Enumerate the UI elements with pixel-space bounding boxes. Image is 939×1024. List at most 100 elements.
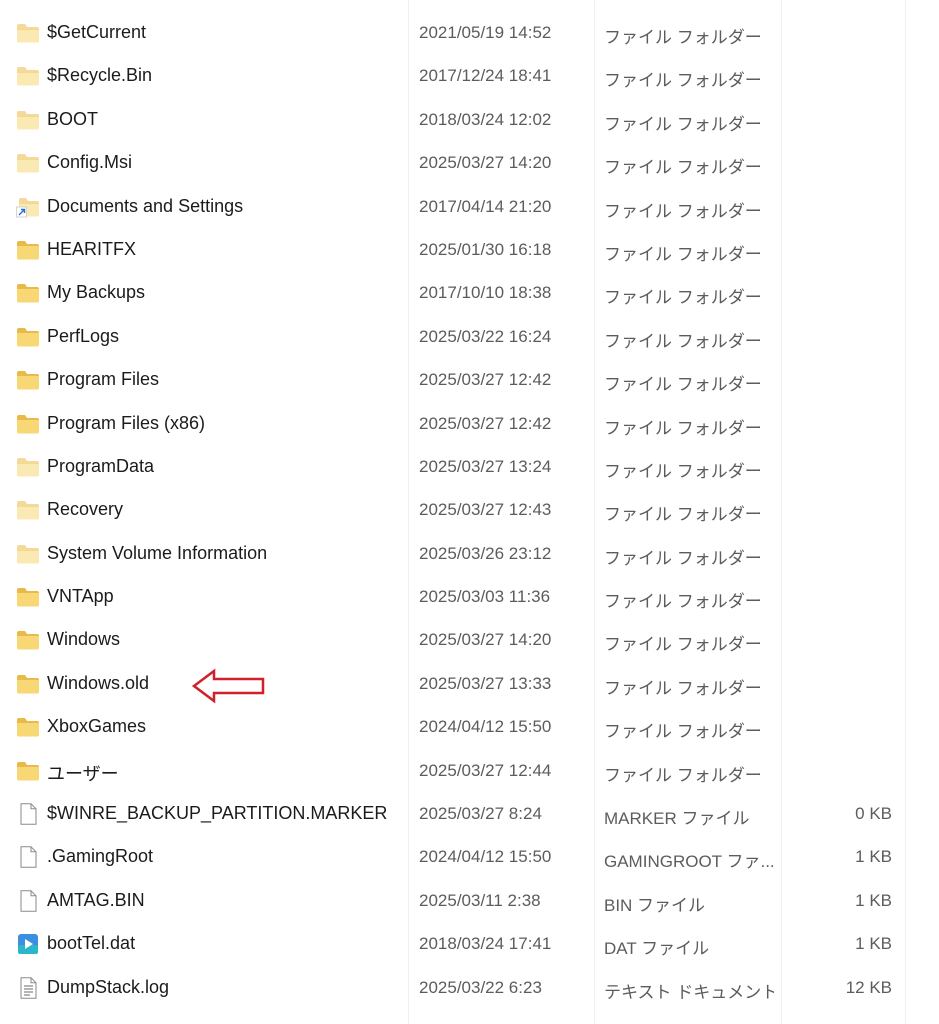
file-row[interactable]: Documents and Settings 2017/04/14 21:20 ファ… — [0, 186, 939, 229]
file-date-modified: 2017/12/24 18:41 — [419, 66, 552, 86]
file-row[interactable]: Windows.old 2025/03/27 13:33 ファイル フォルダー — [0, 663, 939, 706]
file-date-modified: 2025/03/27 12:43 — [419, 500, 552, 520]
file-date-modified: 2025/03/27 12:42 — [419, 370, 552, 390]
file-date-modified: 2018/03/24 12:02 — [419, 109, 552, 129]
file-name: HEARITFX — [47, 238, 137, 259]
file-name: $GetCurrent — [47, 22, 147, 42]
folder-icon-faded — [16, 109, 40, 131]
file-name: PerfLogs — [47, 325, 120, 346]
file-size: 12 KB — [845, 977, 892, 997]
file-row[interactable]: ユーザー 2025/03/27 12:44 ファイル フォルダー — [0, 750, 939, 793]
file-date-modified: 2025/03/27 13:24 — [419, 456, 552, 476]
file-row[interactable]: AMTAG.BIN 2025/03/11 2:38 BIN ファイル 1 KB — [0, 880, 939, 923]
file-type: ファイル フォルダー — [604, 201, 762, 221]
file-date-modified: 2024/04/12 15:50 — [419, 717, 552, 737]
file-name: bootTel.dat — [47, 933, 136, 954]
file-row[interactable]: BOOT 2018/03/24 12:02 ファイル フォルダー — [0, 99, 939, 142]
file-row[interactable]: bootTel.dat 2018/03/24 17:41 DAT ファイル 1 KB — [0, 923, 939, 966]
file-list: $GetCurrent 2021/05/19 14:52 ファイル フォルダー $Re… — [0, 12, 939, 1010]
file-row[interactable]: HEARITFX 2025/01/30 16:18 ファイル フォルダー — [0, 229, 939, 272]
file-type: ファイル フォルダー — [604, 461, 762, 481]
file-name: Config.Msi — [47, 152, 133, 173]
file-type: ファイル フォルダー — [604, 375, 762, 395]
file-type: ファイル フォルダー — [604, 765, 762, 785]
file-date-modified: 2025/01/30 16:18 — [419, 239, 552, 259]
file-type: ファイル フォルダー — [604, 548, 762, 568]
file-name: Program Files (x86) — [47, 412, 206, 433]
file-icon — [16, 890, 40, 912]
file-name: Windows — [47, 629, 121, 650]
file-name: Program Files — [47, 369, 160, 390]
file-row[interactable]: Program Files 2025/03/27 12:42 ファイル フォルダー — [0, 359, 939, 402]
file-date-modified: 2025/03/26 23:12 — [419, 543, 552, 563]
folder-icon — [16, 326, 40, 348]
file-type: ファイル フォルダー — [604, 71, 762, 91]
file-type: ファイル フォルダー — [604, 114, 762, 134]
file-type: ファイル フォルダー — [604, 288, 762, 308]
folder-icon — [16, 239, 40, 261]
folder-icon-faded — [16, 65, 40, 87]
file-row[interactable]: Program Files (x86) 2025/03/27 12:42 ファイル … — [0, 403, 939, 446]
file-row[interactable]: DumpStack.log 2025/03/22 6:23 テキスト ドキュメント 1… — [0, 967, 939, 1010]
folder-icon — [16, 716, 40, 738]
file-name: Windows.old — [47, 672, 150, 693]
folder-icon-faded — [16, 543, 40, 565]
file-size: 1 KB — [855, 934, 892, 954]
file-size: 1 KB — [855, 890, 892, 910]
file-row[interactable]: PerfLogs 2025/03/22 16:24 ファイル フォルダー — [0, 316, 939, 359]
file-date-modified: 2021/05/19 14:52 — [419, 23, 552, 42]
file-type: ファイル フォルダー — [604, 592, 762, 612]
file-row[interactable]: ProgramData 2025/03/27 13:24 ファイル フォルダー — [0, 446, 939, 489]
file-row[interactable]: $WINRE_BACKUP_PARTITION.MARKER 2025/03/27… — [0, 793, 939, 836]
file-type: ファイル フォルダー — [604, 28, 762, 47]
file-size: 0 KB — [855, 804, 892, 824]
file-type: BIN ファイル — [604, 895, 706, 915]
file-date-modified: 2017/10/10 18:38 — [419, 283, 552, 303]
file-size: 1 KB — [855, 847, 892, 867]
file-row[interactable]: $GetCurrent 2021/05/19 14:52 ファイル フォルダー — [0, 12, 939, 55]
file-name: BOOT — [47, 108, 99, 129]
folder-icon — [16, 413, 40, 435]
folder-icon-faded — [16, 152, 40, 174]
shortcut-folder-icon — [16, 196, 40, 218]
folder-icon — [16, 586, 40, 608]
file-name: System Volume Information — [47, 542, 268, 563]
file-row[interactable]: Windows 2025/03/27 14:20 ファイル フォルダー — [0, 619, 939, 662]
file-name: VNTApp — [47, 586, 114, 607]
file-row[interactable]: $Recycle.Bin 2017/12/24 18:41 ファイル フォルダー — [0, 55, 939, 98]
file-name: ユーザー — [47, 763, 119, 784]
file-row[interactable]: .GamingRoot 2024/04/12 15:50 GAMINGROOT ファ… — [0, 836, 939, 879]
file-type: MARKER ファイル — [604, 809, 750, 829]
file-name: XboxGames — [47, 716, 147, 737]
file-name: .GamingRoot — [47, 846, 154, 867]
file-row[interactable]: XboxGames 2024/04/12 15:50 ファイル フォルダー — [0, 706, 939, 749]
file-row[interactable]: My Backups 2017/10/10 18:38 ファイル フォルダー — [0, 272, 939, 315]
text-file-icon — [16, 976, 40, 999]
file-name: $WINRE_BACKUP_PARTITION.MARKER — [47, 803, 388, 824]
file-type: GAMINGROOT ファ... — [604, 852, 774, 872]
file-type: ファイル フォルダー — [604, 505, 762, 525]
file-type: ファイル フォルダー — [604, 678, 762, 698]
file-date-modified: 2025/03/27 14:20 — [419, 630, 552, 650]
folder-icon — [16, 629, 40, 651]
file-name: AMTAG.BIN — [47, 889, 145, 910]
file-date-modified: 2024/04/12 15:50 — [419, 847, 552, 867]
file-type: ファイル フォルダー — [604, 331, 762, 351]
folder-icon — [16, 673, 40, 695]
folder-icon-faded — [16, 499, 40, 521]
file-row[interactable]: Recovery 2025/03/27 12:43 ファイル フォルダー — [0, 489, 939, 532]
file-type: ファイル フォルダー — [604, 418, 762, 438]
file-row[interactable]: Config.Msi 2025/03/27 14:20 ファイル フォルダー — [0, 142, 939, 185]
file-icon — [16, 846, 40, 869]
file-date-modified: 2025/03/27 12:42 — [419, 413, 552, 433]
folder-icon — [16, 369, 40, 391]
file-date-modified: 2025/03/22 16:24 — [419, 326, 552, 346]
file-row[interactable]: System Volume Information 2025/03/26 23:1… — [0, 533, 939, 576]
file-date-modified: 2025/03/27 13:33 — [419, 673, 552, 693]
file-date-modified: 2025/03/11 2:38 — [419, 890, 541, 910]
file-date-modified: 2025/03/03 11:36 — [419, 587, 551, 607]
file-date-modified: 2025/03/22 6:23 — [419, 977, 542, 997]
folder-icon — [16, 760, 40, 782]
file-row[interactable]: VNTApp 2025/03/03 11:36 ファイル フォルダー — [0, 576, 939, 619]
file-type: ファイル フォルダー — [604, 722, 762, 742]
